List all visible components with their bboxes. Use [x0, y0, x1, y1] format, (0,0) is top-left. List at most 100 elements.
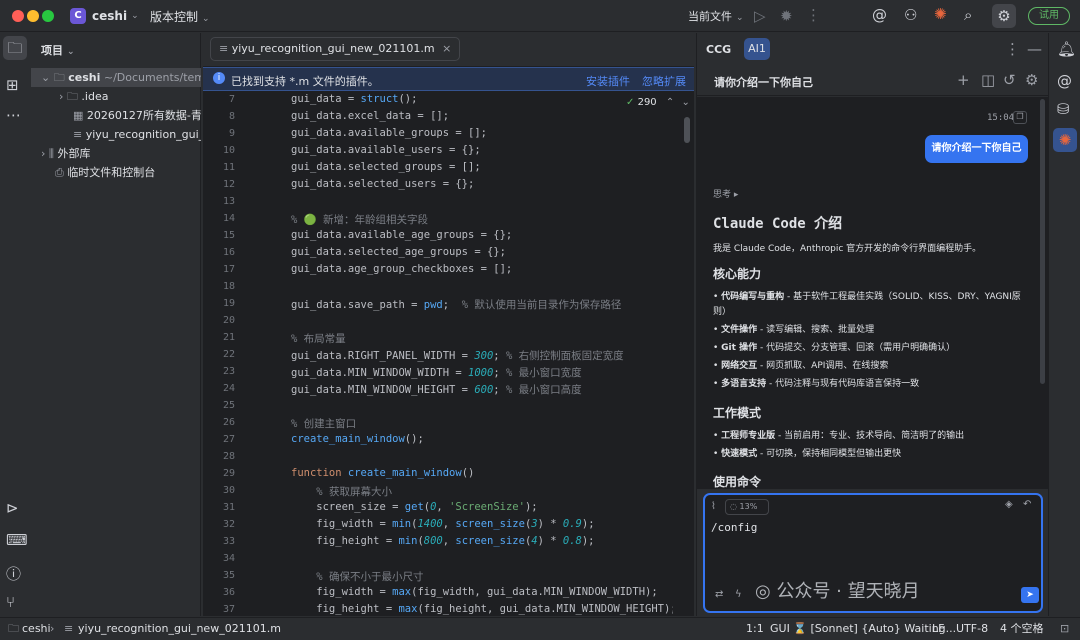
git-icon[interactable]: ⑂	[6, 593, 15, 611]
code-area[interactable]: 7 gui_data = struct(); 8 gui_data.excel_dat…	[203, 91, 673, 616]
section-heading-usage: 使用命令	[713, 475, 762, 489]
settings-gear-icon[interactable]: ⚙	[992, 4, 1016, 28]
code-line[interactable]: gui_data.available_age_groups = {};	[291, 229, 512, 241]
run-icon[interactable]: ▷	[754, 7, 766, 25]
thinking-toggle[interactable]: 思考 ▸	[713, 187, 738, 200]
ai-assistant-icon[interactable]: @	[872, 6, 887, 24]
code-line[interactable]: gui_data.age_group_checkboxes = [];	[291, 263, 512, 275]
more-icon[interactable]: ⋮	[806, 6, 821, 24]
code-line[interactable]: gui_data.excel_data = [];	[291, 110, 449, 122]
editor-tab[interactable]: ≡ yiyu_recognition_gui_new_021101.m ×	[210, 37, 461, 61]
code-line[interactable]: fig_height = max(fig_height, gui_data.MI…	[291, 603, 673, 615]
chat-scrollbar[interactable]	[1040, 99, 1045, 384]
vcs-menu[interactable]: 版本控制 ⌄	[150, 8, 210, 25]
run-tool-icon[interactable]: ⊳	[6, 499, 19, 517]
code-line[interactable]: gui_data.MIN_WINDOW_WIDTH = 1000; % 最小窗口…	[291, 365, 582, 380]
tree-item-external-libs[interactable]: › ⫼ 外部库	[31, 144, 201, 163]
code-line[interactable]: gui_data = struct();	[291, 93, 417, 105]
maximize-window-button[interactable]	[42, 10, 54, 22]
close-window-button[interactable]	[12, 10, 24, 22]
code-line[interactable]: create_main_window();	[291, 433, 424, 445]
split-icon[interactable]: ◫	[981, 71, 995, 89]
line-number: 14	[222, 213, 235, 224]
notifications-icon[interactable]: 🔔︎	[1057, 40, 1076, 58]
code-line[interactable]: % 创建主窗口	[291, 416, 356, 431]
claude-status[interactable]: GUI ⌛ [Sonnet] {Auto} Waiting...	[770, 618, 956, 640]
more-tools-icon[interactable]: ⋯	[6, 106, 21, 124]
line-ending[interactable]: LF	[932, 618, 944, 640]
project-panel-title[interactable]: 项目 ⌄	[41, 42, 75, 58]
list-item: • 代码编写与重构 - 基于软件工程最佳实践（SOLID、KISS、DRY、YA…	[713, 292, 1021, 317]
terminal-icon[interactable]: ⌨	[6, 531, 28, 549]
claude-tool-icon[interactable]: ✺	[1053, 128, 1077, 152]
code-line[interactable]: fig_height = min(800, screen_size(4) * 0…	[291, 535, 594, 547]
tree-item-scratches[interactable]: ⎙ 临时文件和控制台	[31, 163, 201, 182]
add-user-icon[interactable]: ⚇	[904, 6, 917, 24]
minimize-window-button[interactable]	[27, 10, 39, 22]
search-icon[interactable]: ⌕	[964, 6, 972, 24]
problems-icon[interactable]: ⓘ	[6, 563, 21, 584]
database-icon[interactable]: ⛁	[1057, 100, 1070, 118]
undo-icon[interactable]: ↶	[1023, 499, 1031, 510]
debug-icon[interactable]: ✹	[780, 7, 793, 25]
chat-input-text[interactable]: /config	[711, 521, 757, 534]
install-plugin-link[interactable]: 安装插件	[586, 73, 630, 89]
lightning-icon[interactable]: ϟ	[735, 589, 742, 600]
tree-item-ceshi[interactable]: ⌄ 🗀 ceshi ~/Documents/temp/	[31, 68, 201, 87]
code-line[interactable]: % 🟢 新增：年龄组相关字段	[291, 212, 428, 227]
minimize-icon[interactable]: —	[1027, 40, 1042, 58]
code-line[interactable]: function create_main_window()	[291, 467, 474, 479]
spinner-icon: ◌	[730, 502, 737, 511]
attach-icon[interactable]: ⌇	[711, 501, 716, 512]
status-file[interactable]: yiyu_recognition_gui_new_021101.m	[78, 618, 281, 640]
code-line[interactable]: gui_data.selected_age_groups = {};	[291, 246, 506, 258]
structure-icon[interactable]: ⊞	[6, 76, 19, 94]
send-icon[interactable]: ➤	[1021, 587, 1039, 603]
history-icon[interactable]: ↺	[1003, 71, 1016, 89]
tab-ccg[interactable]: CCG	[706, 43, 731, 56]
tab-ai1[interactable]: AI1	[744, 38, 770, 60]
ignore-extension-link[interactable]: 忽略扩展	[642, 73, 686, 89]
layers-icon[interactable]: ◈	[1005, 499, 1013, 510]
tree-item-idea[interactable]: › 🗀 .idea	[31, 87, 201, 106]
project-selector[interactable]: C ceshi ⌄	[70, 7, 139, 25]
project-folder-icon[interactable]: 🗀	[3, 36, 27, 60]
code-line[interactable]: gui_data.available_groups = [];	[291, 127, 487, 139]
code-line[interactable]: gui_data.MIN_WINDOW_HEIGHT = 600; % 最小窗口…	[291, 382, 582, 397]
code-line[interactable]: fig_width = max(fig_width, gui_data.MIN_…	[291, 586, 657, 598]
run-config-selector[interactable]: 当前文件 ⌄	[688, 8, 744, 24]
chevron-down-icon[interactable]: ⌄	[681, 97, 689, 108]
code-line[interactable]: % 获取屏幕大小	[291, 484, 392, 499]
cursor-position[interactable]: 1:1	[746, 618, 764, 640]
add-icon[interactable]: +	[957, 71, 970, 89]
code-line[interactable]: gui_data.selected_groups = [];	[291, 161, 481, 173]
line-number: 16	[222, 247, 235, 258]
tree-item-mfile[interactable]: ≡ yiyu_recognition_gui_ne	[31, 125, 201, 144]
encoding[interactable]: UTF-8	[956, 618, 988, 640]
code-line[interactable]: fig_width = min(1400, screen_size(3) * 0…	[291, 518, 594, 530]
left-tool-strip: 🗀 ⊞ ⋯ ⊳ ⌨ ⓘ ⑂	[0, 33, 30, 616]
trial-button[interactable]: 试用	[1028, 7, 1070, 25]
lock-icon[interactable]: ⊡	[1060, 618, 1069, 640]
more-icon[interactable]: ⋮	[1005, 40, 1020, 58]
tree-item-excel[interactable]: ▦ 20260127所有数据-青年	[31, 106, 201, 125]
copy-icon[interactable]: ❐	[1013, 111, 1027, 124]
code-line[interactable]: % 确保不小于最小尺寸	[291, 569, 423, 584]
ai-chat-icon[interactable]: @	[1057, 72, 1072, 90]
line-number: 7	[228, 94, 235, 105]
status-project[interactable]: ceshi	[22, 618, 51, 640]
switch-icon[interactable]: ⇄	[715, 589, 723, 600]
close-icon[interactable]: ×	[442, 42, 451, 55]
claude-icon[interactable]: ✺	[934, 5, 947, 23]
editor-scrollbar[interactable]	[684, 117, 690, 143]
settings-icon[interactable]: ⚙	[1025, 71, 1038, 89]
indent-setting[interactable]: 4 个空格	[1000, 618, 1044, 640]
code-line[interactable]: gui_data.RIGHT_PANEL_WIDTH = 300; % 右侧控制…	[291, 348, 624, 363]
code-line[interactable]: gui_data.available_users = {};	[291, 144, 481, 156]
info-icon: i	[213, 72, 225, 84]
code-line[interactable]: gui_data.save_path = pwd; % 默认使用当前目录作为保存…	[291, 297, 621, 312]
code-line[interactable]: gui_data.selected_users = {};	[291, 178, 474, 190]
chat-input-box[interactable]: ⌇ ◌ 13% ◈ ↶ /config ⇄ ϟ ◎ 公众号 · 望天晓月 ➤	[703, 493, 1043, 613]
code-line[interactable]: screen_size = get(0, 'ScreenSize');	[291, 501, 537, 513]
code-line[interactable]: % 布局常量	[291, 331, 346, 346]
